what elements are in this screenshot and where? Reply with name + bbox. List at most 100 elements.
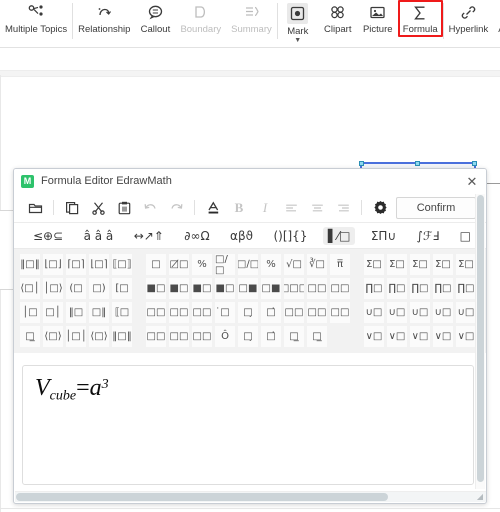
palette-cell[interactable]: ⟨□⟩ xyxy=(88,325,110,348)
chevron-down-icon[interactable]: ▼ xyxy=(294,37,301,44)
resize-handle-ne[interactable] xyxy=(472,161,477,166)
ribbon-button-clipart[interactable]: Clipart xyxy=(318,0,358,35)
resize-handle-nw[interactable] xyxy=(359,161,364,166)
palette-cell[interactable]: □■ xyxy=(260,277,282,300)
palette-cell[interactable]: □□ xyxy=(168,301,190,324)
italic-button[interactable]: I xyxy=(252,197,278,219)
ribbon-button-formula[interactable]: Formula xyxy=(397,0,443,37)
palette-cell[interactable]: □│ xyxy=(42,301,64,324)
palette-cell[interactable]: ■□ xyxy=(168,277,190,300)
palette-cell[interactable]: □□□ xyxy=(283,277,305,300)
dialog-horizontal-scrollbar[interactable] xyxy=(15,491,486,502)
palette-cell[interactable]: □̇ xyxy=(260,301,282,324)
palette-cell[interactable]: □□ xyxy=(283,301,305,324)
ribbon-button-hyperlink[interactable]: Hyperlink xyxy=(444,0,494,35)
ribbon-button-callout[interactable]: Callout xyxy=(135,0,175,35)
palette-cell[interactable]: □̸□ xyxy=(168,253,190,276)
category-arrows[interactable]: ↔↗⇑ xyxy=(129,227,169,245)
palette-cell[interactable]: ∪□ xyxy=(432,301,454,324)
palette-cell[interactable]: ∪□ xyxy=(363,301,385,324)
close-icon[interactable]: ✕ xyxy=(464,175,480,188)
palette-cell[interactable]: □̲ xyxy=(283,325,305,348)
palette-cell[interactable]: □□ xyxy=(306,277,328,300)
palette-cell[interactable]: ⟦□ xyxy=(111,301,133,324)
palette-cell[interactable]: ‖□‖ xyxy=(19,253,41,276)
palette-cell[interactable]: □□ xyxy=(329,301,351,324)
palette-cell[interactable]: ∏□ xyxy=(386,277,408,300)
palette-cell[interactable]: ∪□ xyxy=(409,301,431,324)
palette-cell[interactable]: ∨□ xyxy=(363,325,385,348)
palette-cell[interactable]: □̲ xyxy=(19,325,41,348)
palette-cell[interactable]: □□ xyxy=(168,325,190,348)
palette-cell[interactable]: ∨□ xyxy=(455,325,477,348)
bold-button[interactable]: B xyxy=(226,197,252,219)
palette-cell[interactable]: □□ xyxy=(191,301,213,324)
palette-cell[interactable]: Σ□ xyxy=(455,253,477,276)
palette-cell[interactable]: ⟨□│ xyxy=(19,277,41,300)
palette-cell[interactable]: Ô xyxy=(214,325,236,348)
palette-cell[interactable]: % xyxy=(191,253,213,276)
copy-button[interactable] xyxy=(59,197,85,219)
palette-cell[interactable]: √□ xyxy=(283,253,305,276)
palette-cell[interactable]: ⌊□⌋ xyxy=(42,253,64,276)
palette-cell[interactable]: % xyxy=(260,253,282,276)
open-file-button[interactable] xyxy=(22,197,48,219)
palette-cell[interactable]: ■□ xyxy=(214,277,236,300)
palette-cell[interactable]: │□⟩ xyxy=(42,277,64,300)
palette-cell[interactable]: □̣ xyxy=(237,301,259,324)
ribbon-button-picture[interactable]: Picture xyxy=(358,0,398,35)
palette-cell[interactable]: ⌈□⌉ xyxy=(65,253,87,276)
palette-cell[interactable]: ∨□ xyxy=(386,325,408,348)
palette-cell[interactable]: □□ xyxy=(145,301,167,324)
category-brackets[interactable]: ()[]{} xyxy=(268,227,312,245)
formula-preview-area[interactable]: Vcube=a3 xyxy=(22,365,474,485)
gear-icon[interactable] xyxy=(367,197,393,219)
cut-button[interactable] xyxy=(85,197,111,219)
palette-cell[interactable]: □□ xyxy=(306,301,328,324)
align-left-button[interactable] xyxy=(278,197,304,219)
align-center-button[interactable] xyxy=(304,197,330,219)
horizontal-scrollbar-thumb[interactable] xyxy=(16,493,388,501)
palette-brackets[interactable]: ‖□‖ ⌊□⌋ ⌈□⌉ ⌊□⌉ ⟦□⟧ ⟨□│ │□⟩ (□ □) [□ │□ □│ ‖□ □‖ ⟦□ □̲ ⟨… xyxy=(19,253,133,348)
palette-cell[interactable]: π̅ xyxy=(329,253,351,276)
resize-handle-n[interactable] xyxy=(415,161,420,166)
category-integrals[interactable]: ∫ℱℲ xyxy=(412,227,445,245)
undo-button[interactable] xyxy=(137,197,163,219)
palette-cell[interactable]: ∏□ xyxy=(455,277,477,300)
palette-cell[interactable]: (□ xyxy=(65,277,87,300)
palette-cell[interactable]: Σ□ xyxy=(386,253,408,276)
dialog-vertical-scrollbar[interactable] xyxy=(475,194,485,489)
palette-cell[interactable]: ∪□ xyxy=(386,301,408,324)
ribbon-button-mark[interactable]: Mark ▼ xyxy=(278,0,318,44)
palette-cell[interactable]: □/□ xyxy=(214,253,236,276)
category-relations[interactable]: ≤⊕⊆ xyxy=(28,227,68,245)
palette-cell[interactable]: ∪□ xyxy=(455,301,477,324)
category-matrices[interactable]: □ xyxy=(455,227,476,245)
palette-cell[interactable]: ⟦□⟧ xyxy=(111,253,133,276)
palette-cell[interactable]: ∨□ xyxy=(432,325,454,348)
palette-cell[interactable]: □) xyxy=(88,277,110,300)
category-greek[interactable]: αβϑ xyxy=(225,227,258,245)
palette-cell[interactable]: □□ xyxy=(191,325,213,348)
palette-cell[interactable]: ∏□ xyxy=(409,277,431,300)
palette-cell[interactable]: □ xyxy=(145,253,167,276)
palette-cell[interactable]: □̣ xyxy=(237,325,259,348)
confirm-button[interactable]: Confirm xyxy=(396,196,476,219)
palette-cell[interactable]: ∏□ xyxy=(432,277,454,300)
palette-cell[interactable]: ∨□ xyxy=(409,325,431,348)
palette-cell[interactable]: Σ□ xyxy=(432,253,454,276)
palette-cell[interactable]: ‖□‖ xyxy=(111,325,133,348)
palette-cell[interactable]: [□ xyxy=(111,277,133,300)
ribbon-button-multiple-topics[interactable]: Multiple Topics xyxy=(0,0,72,35)
palette-fractions-radicals[interactable]: □ □̸□% □/□ □∕□% √□ ∛□ π̅ ■□ ■□ ■□ ■□ □■ □■ □ □□ □□ □□ □□ □… xyxy=(145,253,351,348)
palette-cell[interactable]: ⌊□⌉ xyxy=(88,253,110,276)
palette-cell[interactable]: □‖ xyxy=(88,301,110,324)
category-calculus[interactable]: ∂∞Ω xyxy=(179,227,214,245)
category-fractions[interactable]: ▌⁄□ xyxy=(322,226,356,245)
palette-cell[interactable]: Σ□ xyxy=(363,253,385,276)
ribbon-button-attachment[interactable]: Attachment xyxy=(493,0,500,35)
palette-cell[interactable]: □□ xyxy=(145,325,167,348)
palette-cell[interactable]: □̲ xyxy=(306,325,328,348)
palette-cell[interactable]: □∕□ xyxy=(237,253,259,276)
palette-cell[interactable]: ■□ xyxy=(145,277,167,300)
